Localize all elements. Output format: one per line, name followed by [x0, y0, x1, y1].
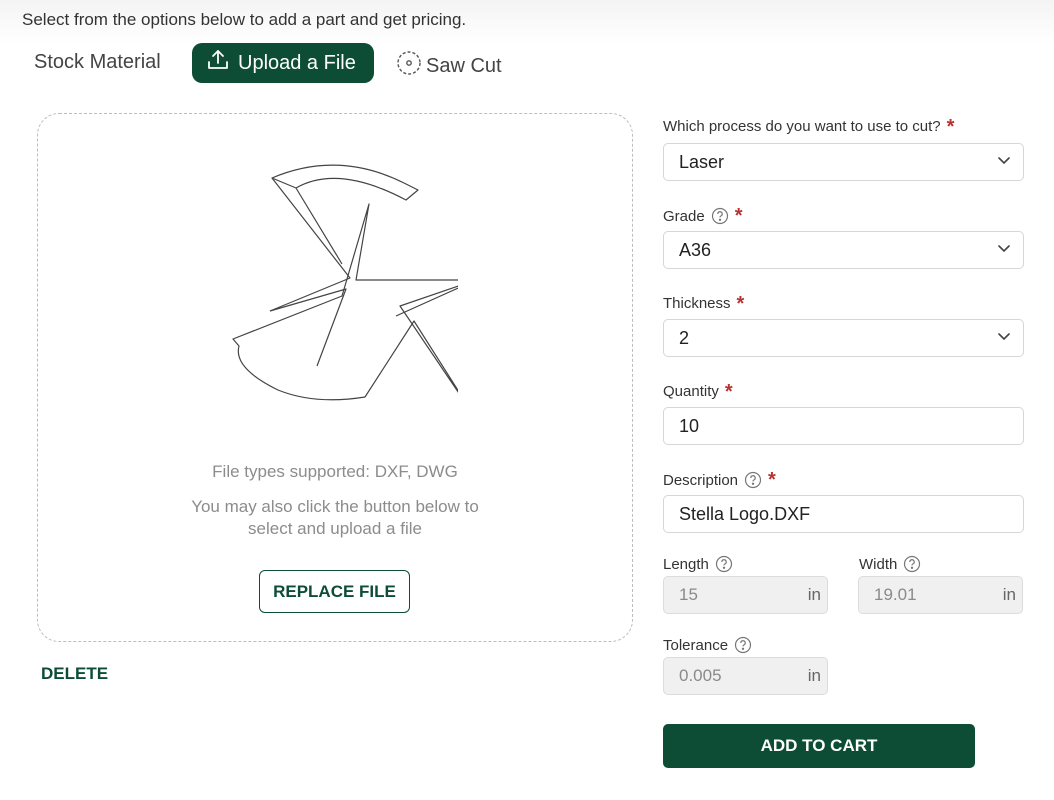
supported-file-types: File types supported: DXF, DWG	[212, 462, 458, 481]
width-label-text: Width	[859, 555, 898, 573]
required-marker: *	[768, 469, 776, 491]
upload-hint: You may also click the button below to s…	[38, 496, 632, 540]
tolerance-field: 0.005 in	[663, 657, 828, 695]
length-label-text: Length	[663, 555, 709, 573]
help-circle-icon[interactable]	[744, 471, 762, 489]
delete-file-link[interactable]: DELETE	[41, 664, 108, 684]
length-field: 15 in	[663, 576, 828, 614]
chevron-down-icon	[995, 327, 1013, 350]
part-preview-image	[232, 164, 458, 401]
thickness-value: 2	[679, 327, 690, 348]
tab-upload-file[interactable]: Upload a File	[192, 43, 374, 83]
width-label: Width	[859, 555, 921, 573]
length-label: Length	[663, 555, 733, 573]
file-dropzone[interactable]: File types supported: DXF, DWG You may a…	[37, 113, 633, 642]
tolerance-unit: in	[807, 666, 821, 685]
upload-icon	[206, 48, 230, 78]
thickness-select[interactable]: 2	[663, 319, 1024, 357]
required-marker: *	[736, 292, 745, 315]
saw-blade-icon	[396, 50, 422, 82]
width-field: 19.01 in	[858, 576, 1023, 614]
length-value: 15	[679, 585, 698, 604]
process-select[interactable]: Laser	[663, 143, 1024, 181]
tab-upload-label: Upload a File	[238, 51, 356, 74]
replace-file-button[interactable]: REPLACE FILE	[259, 570, 410, 613]
intro-text: Select from the options below to add a p…	[22, 10, 467, 29]
width-value: 19.01	[874, 585, 917, 604]
upload-hint-line-2: select and upload a file	[248, 519, 422, 538]
grade-label-text: Grade	[663, 207, 705, 225]
thickness-label-text: Thickness	[663, 295, 731, 312]
length-unit: in	[807, 585, 821, 604]
grade-value: A36	[679, 239, 712, 260]
tab-saw-cut[interactable]: Saw Cut	[396, 50, 502, 82]
required-marker: *	[724, 380, 733, 403]
chevron-down-icon	[995, 151, 1013, 174]
process-label: Which process do you want to use to cut?…	[663, 115, 955, 138]
description-label-text: Description	[663, 471, 739, 489]
process-value: Laser	[679, 151, 725, 172]
thickness-label: Thickness *	[663, 292, 745, 315]
tolerance-label-text: Tolerance	[663, 636, 729, 654]
tab-stock-material[interactable]: Stock Material	[34, 51, 161, 74]
grade-select[interactable]: A36	[663, 231, 1024, 269]
width-unit: in	[1002, 585, 1016, 604]
description-label: Description *	[663, 469, 776, 491]
help-circle-icon[interactable]	[734, 636, 752, 654]
chevron-down-icon	[995, 239, 1013, 262]
quantity-label-text: Quantity	[663, 383, 719, 400]
process-label-text: Which process do you want to use to cut?	[663, 118, 941, 135]
quantity-label: Quantity *	[663, 380, 733, 403]
required-marker: *	[734, 205, 743, 227]
help-circle-icon[interactable]	[711, 207, 729, 225]
tab-saw-label: Saw Cut	[426, 54, 502, 77]
help-circle-icon[interactable]	[903, 555, 921, 573]
add-to-cart-button[interactable]: ADD TO CART	[663, 724, 975, 768]
upload-hint-line-1: You may also click the button below to	[191, 497, 479, 516]
description-input[interactable]: Stella Logo.DXF	[663, 495, 1024, 533]
tolerance-value: 0.005	[679, 666, 722, 685]
help-circle-icon[interactable]	[715, 555, 733, 573]
quantity-input[interactable]: 10	[663, 407, 1024, 445]
grade-label: Grade *	[663, 205, 743, 227]
required-marker: *	[946, 115, 955, 138]
tolerance-label: Tolerance	[663, 636, 752, 654]
